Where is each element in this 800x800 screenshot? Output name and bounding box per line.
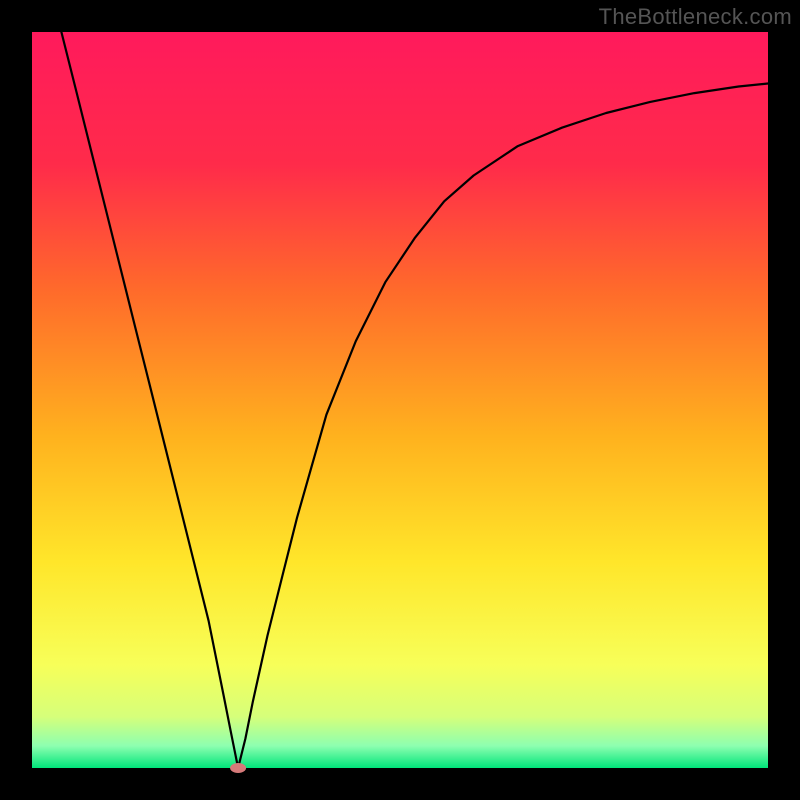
minimum-marker (230, 763, 246, 773)
chart-frame: TheBottleneck.com (0, 0, 800, 800)
watermark-text: TheBottleneck.com (599, 4, 792, 30)
plot-background (32, 32, 768, 768)
bottleneck-chart (0, 0, 800, 800)
